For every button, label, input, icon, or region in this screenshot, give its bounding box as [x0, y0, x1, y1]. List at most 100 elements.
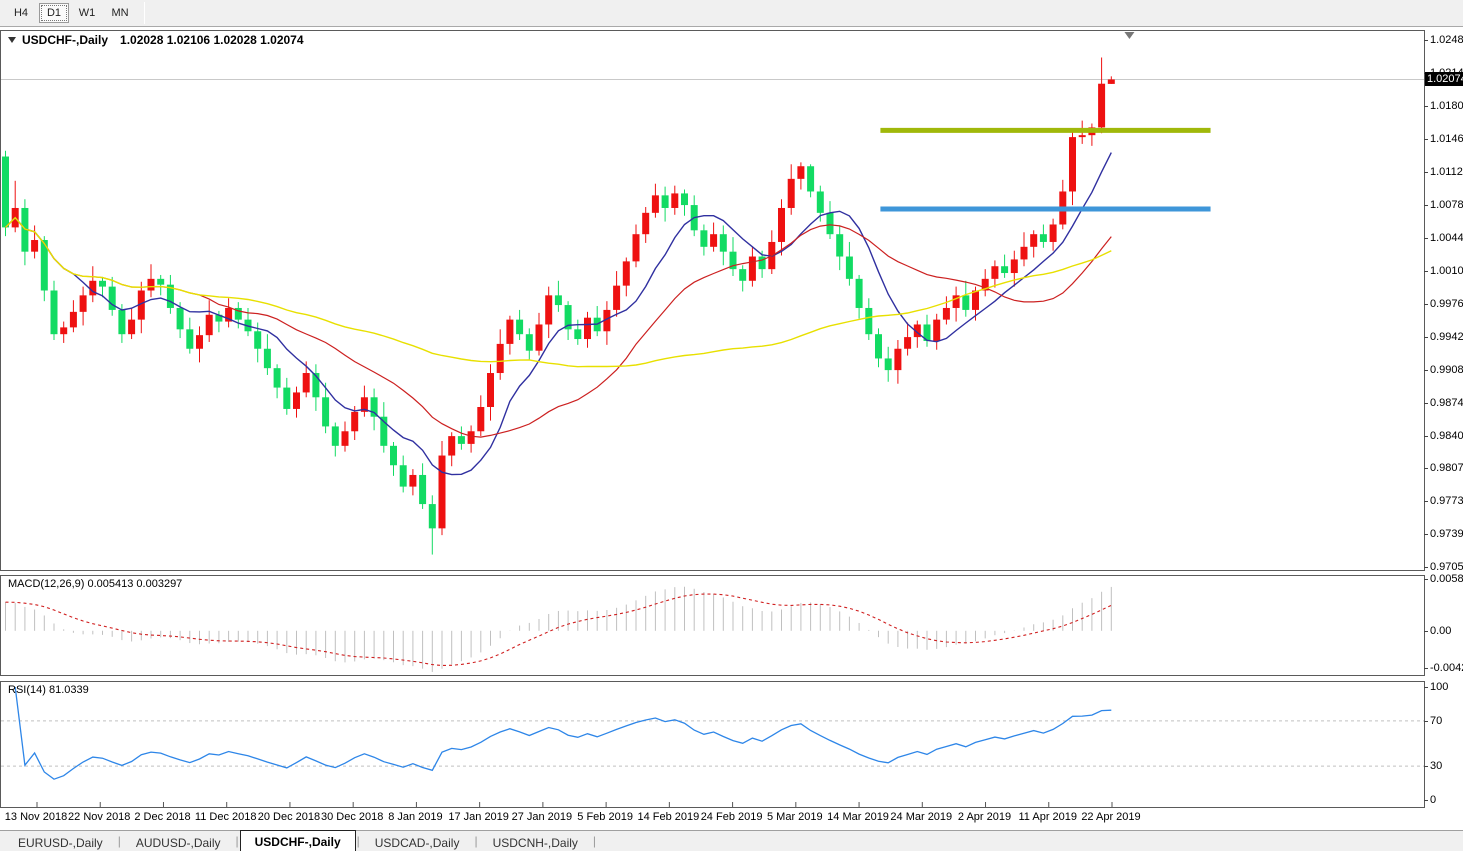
candle-body	[943, 308, 950, 320]
candle-body	[254, 331, 261, 348]
candle-body	[497, 344, 504, 373]
macd-plot[interactable]	[0, 575, 1425, 676]
expand-arrow-icon[interactable]	[8, 37, 16, 43]
candle-body	[885, 358, 892, 370]
candle-body	[720, 234, 727, 251]
candle-body	[477, 407, 484, 431]
timeframe-button-w1[interactable]: W1	[72, 3, 102, 23]
candle-body	[448, 436, 455, 455]
price-axis-label: 0.97390	[1430, 528, 1463, 540]
candle-body	[962, 295, 969, 310]
candle-body	[545, 295, 552, 324]
candle-body	[642, 213, 649, 234]
rsi-panel: RSI(14) 81.0339 10070300	[0, 681, 1463, 808]
price-axis-label: 0.98400	[1430, 430, 1463, 442]
candle-body	[506, 320, 513, 344]
candle-body	[1040, 234, 1047, 242]
candle-body	[788, 179, 795, 208]
candle-body	[894, 349, 901, 370]
timeframe-button-d1[interactable]: D1	[39, 3, 69, 23]
rsi-value: 81.0339	[49, 684, 89, 696]
candle-body	[836, 234, 843, 256]
timeframe-button-mn[interactable]: MN	[105, 3, 135, 23]
chart-tab-audusd[interactable]: AUDUSD-,Daily	[122, 832, 235, 851]
candle-body	[817, 191, 824, 212]
candle-body	[807, 166, 814, 191]
candle-body	[177, 308, 184, 329]
chart-ohlc-readout: 1.02028 1.02106 1.02028 1.02074	[120, 33, 304, 47]
main-chart-panel: USDCHF-,Daily 1.02028 1.02106 1.02028 1.0…	[0, 30, 1463, 571]
candle-body	[303, 373, 310, 392]
macd-values: 0.005413 0.003297	[87, 578, 182, 590]
candle-body	[1001, 266, 1008, 273]
date-axis-label: 14 Feb 2019	[637, 811, 699, 823]
candle-body	[128, 320, 135, 335]
rsi-axis-label: 70	[1430, 715, 1442, 727]
chart-tab-bar: EURUSD-,Daily|AUDUSD-,Daily|USDCHF-,Dail…	[0, 830, 1463, 851]
candle-body	[439, 456, 446, 529]
candle-body	[749, 257, 756, 281]
candle-body	[1050, 224, 1057, 241]
chart-symbol-label: USDCHF-,Daily	[22, 33, 108, 47]
date-axis: 13 Nov 201822 Nov 20182 Dec 201811 Dec 2…	[0, 808, 1424, 828]
date-axis-label: 22 Nov 2018	[68, 811, 130, 823]
price-axis-label: 0.97050	[1430, 561, 1463, 573]
price-axis-label: 0.98070	[1430, 462, 1463, 474]
macd-panel: MACD(12,26,9) 0.005413 0.003297 0.005873…	[0, 575, 1463, 676]
ma-line-mid	[6, 218, 1112, 437]
date-axis-label: 24 Mar 2019	[890, 811, 952, 823]
candle-body	[206, 315, 213, 335]
candle-body	[972, 291, 979, 310]
candle-body	[739, 269, 746, 281]
candle-body	[118, 310, 125, 334]
chart-tab-usdchf[interactable]: USDCHF-,Daily	[240, 830, 356, 851]
date-axis-label: 14 Mar 2019	[827, 811, 889, 823]
price-chart-plot[interactable]	[0, 30, 1425, 571]
candle-body	[409, 475, 416, 487]
candle-body	[429, 504, 436, 528]
date-axis-label: 2 Apr 2019	[958, 811, 1011, 823]
candle-body	[1079, 135, 1086, 137]
price-axis-label: 1.01120	[1430, 166, 1463, 178]
date-axis-label: 5 Mar 2019	[767, 811, 823, 823]
date-axis-label: 27 Jan 2019	[512, 811, 573, 823]
candle-body	[827, 213, 834, 234]
date-axis-label: 20 Dec 2018	[258, 811, 320, 823]
candle-body	[652, 195, 659, 212]
candle-body	[526, 334, 533, 351]
candle-body	[322, 397, 329, 426]
chart-title: USDCHF-,Daily 1.02028 1.02106 1.02028 1.0…	[8, 33, 304, 47]
price-axis-label: 0.99420	[1430, 331, 1463, 343]
rsi-axis-label: 30	[1430, 760, 1442, 772]
candle-body	[536, 324, 543, 350]
price-axis-label: 1.00100	[1430, 265, 1463, 277]
candle-body	[991, 266, 998, 279]
rsi-plot[interactable]	[0, 681, 1425, 808]
chart-tab-usdcad[interactable]: USDCAD-,Daily	[361, 832, 474, 851]
date-axis-label: 17 Jan 2019	[448, 811, 509, 823]
candle-body	[70, 312, 77, 328]
candle-body	[613, 286, 620, 310]
candle-body	[865, 308, 872, 334]
candle-body	[351, 412, 358, 431]
date-axis-label: 2 Dec 2018	[134, 811, 190, 823]
chart-tab-usdcnh[interactable]: USDCNH-,Daily	[479, 832, 592, 851]
price-axis-label: 1.02480	[1430, 34, 1463, 46]
timeframe-button-h4[interactable]: H4	[6, 3, 36, 23]
candle-body	[633, 234, 640, 261]
candle-body	[274, 368, 281, 387]
price-axis-label: 0.98740	[1430, 397, 1463, 409]
rsi-label: RSI(14) 81.0339	[8, 684, 89, 696]
price-axis-label: 0.99080	[1430, 364, 1463, 376]
macd-label: MACD(12,26,9) 0.005413 0.003297	[8, 578, 182, 590]
chart-tab-eurusd[interactable]: EURUSD-,Daily	[4, 832, 117, 851]
candle-body	[875, 334, 882, 358]
candle-body	[778, 208, 785, 242]
candle-body	[80, 295, 87, 312]
rsi-axis-label: 0	[1430, 794, 1436, 806]
macd-axis-label: 0.005873	[1430, 573, 1463, 585]
tab-separator: |	[592, 834, 597, 848]
candle-body	[264, 349, 271, 368]
candle-body	[1021, 247, 1028, 260]
date-axis-label: 22 Apr 2019	[1081, 811, 1140, 823]
